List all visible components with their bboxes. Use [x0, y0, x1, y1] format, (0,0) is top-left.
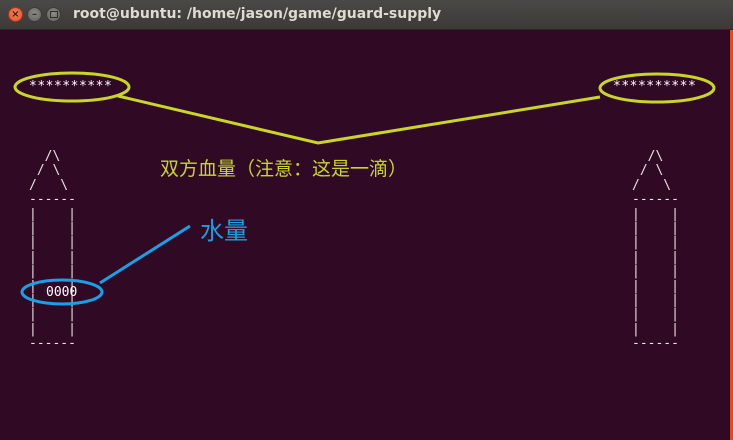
- annotation-overlay: [13, 71, 716, 306]
- close-icon: ×: [11, 9, 20, 20]
- terminal-window: × – root@ubuntu: /home/jason/game/guard-…: [0, 0, 733, 440]
- water-pointer-line: [99, 224, 191, 285]
- maximize-icon: [49, 11, 58, 18]
- right-tower: /\ / \ / \ ------ | | | | | | | | | | | …: [632, 149, 679, 352]
- hp-pointer-lines: [117, 94, 601, 145]
- water-value: 0000: [46, 285, 78, 300]
- minimize-button[interactable]: –: [27, 7, 42, 22]
- minimize-icon: –: [32, 9, 37, 20]
- title-bar: × – root@ubuntu: /home/jason/game/guard-…: [0, 0, 733, 30]
- left-tower: /\ / \ / \ ------ | | | | | | | | | | | …: [29, 149, 76, 352]
- right-hp-value: **********: [613, 79, 697, 94]
- maximize-button[interactable]: [46, 7, 61, 22]
- left-hp-value: **********: [29, 79, 113, 94]
- window-title: root@ubuntu: /home/jason/game/guard-supp…: [73, 6, 442, 22]
- hp-annotation: 双方血量（注意：这是一滴）: [160, 158, 408, 180]
- close-button[interactable]: ×: [8, 7, 23, 22]
- water-annotation: 水量: [200, 217, 248, 245]
